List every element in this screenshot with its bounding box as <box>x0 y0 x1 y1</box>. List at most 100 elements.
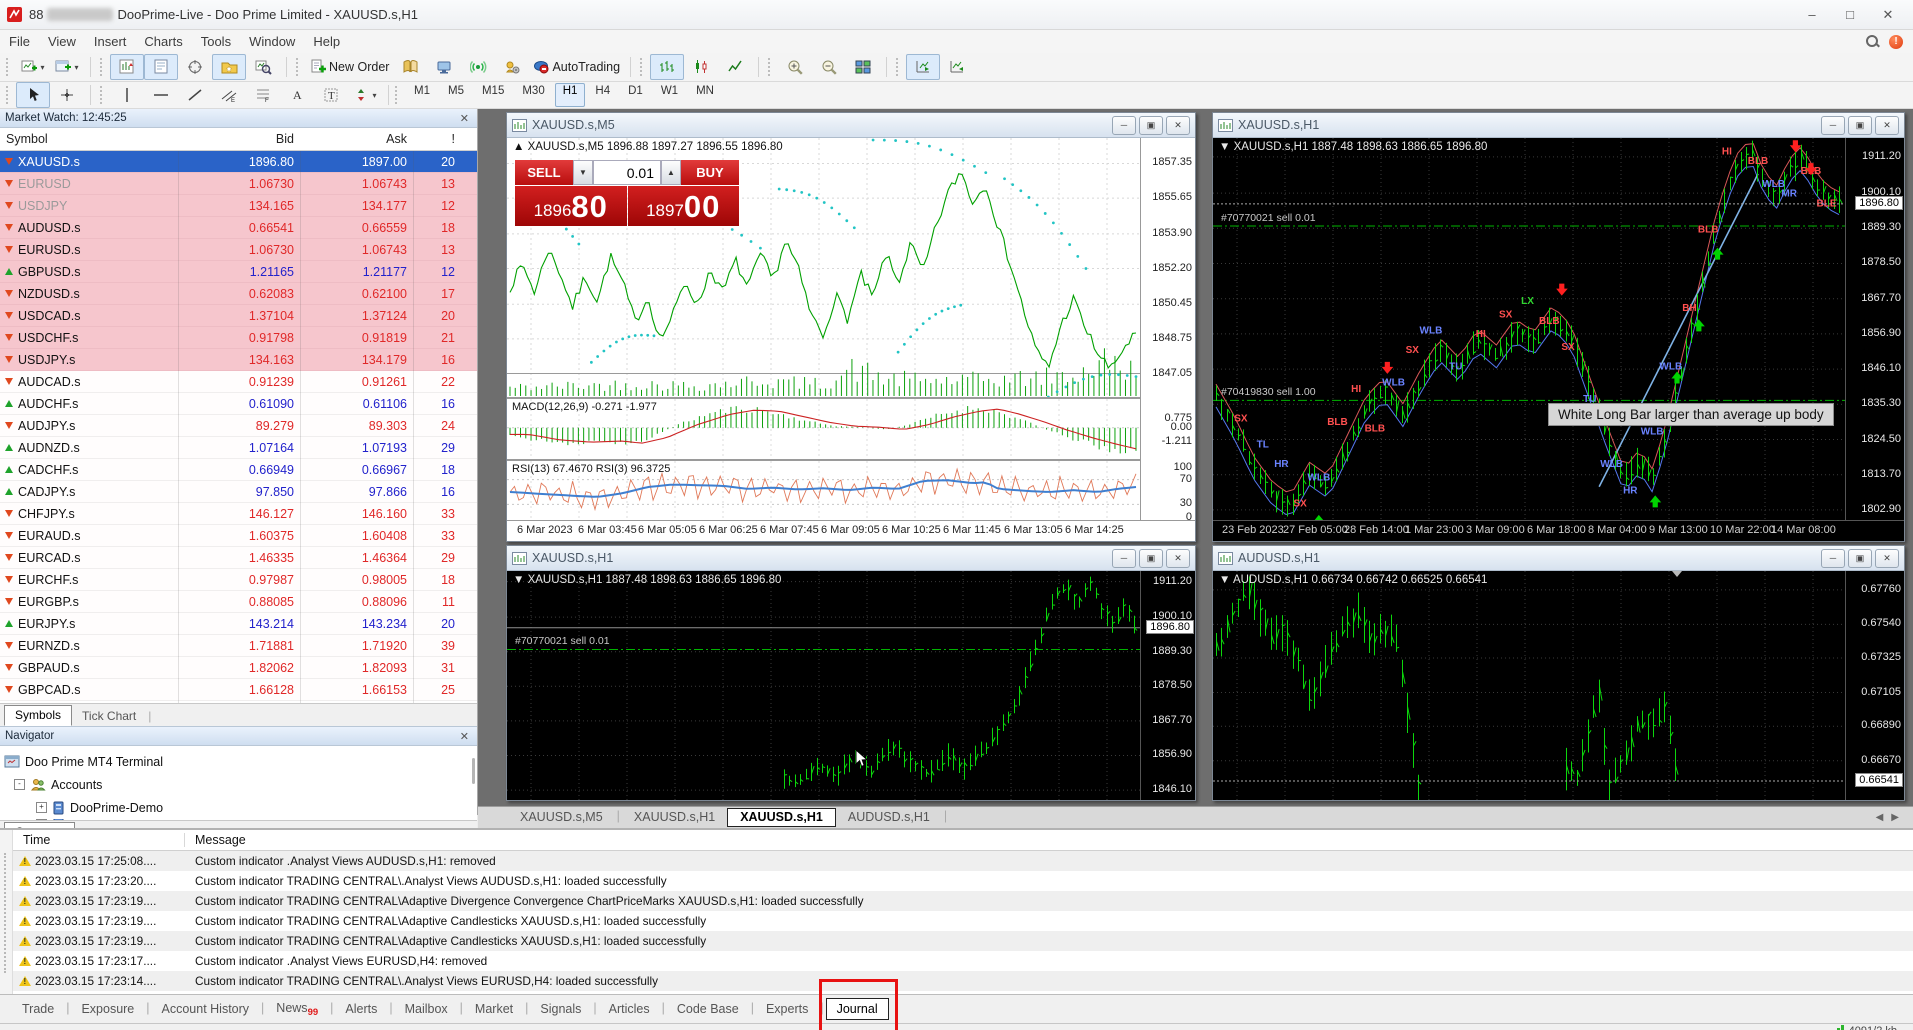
terminal-tab-code-base[interactable]: Code Base <box>667 999 749 1019</box>
chart-window-audusd-h1[interactable]: AUDUSD.s,H1─▣✕▼ AUDUSD.s,H1 0.66734 0.66… <box>1212 545 1905 801</box>
auto-scroll-button[interactable] <box>906 54 940 80</box>
autotrading-button[interactable]: AutoTrading <box>529 54 624 80</box>
market-watch-row-usdchf.s[interactable]: USDCHF.s0.917980.9181921 <box>0 327 477 349</box>
crosshair-button[interactable] <box>50 82 84 108</box>
market-watch-tab-tick-chart[interactable]: Tick Chart <box>72 707 146 726</box>
tile-windows-button[interactable] <box>846 54 880 80</box>
navigator-item-accounts[interactable]: -Accounts <box>4 773 477 796</box>
journal-row[interactable]: 2023.03.15 17:23:17....Custom indicator … <box>13 951 1913 971</box>
market-watch-row-eurgbp.s[interactable]: EURGBP.s0.880850.8809611 <box>0 591 477 613</box>
navigator-button[interactable] <box>178 54 212 80</box>
journal-row[interactable]: 2023.03.15 17:25:08....Custom indicator … <box>13 851 1913 871</box>
terminal-button[interactable] <box>212 54 246 80</box>
terminal-tab-trade[interactable]: Trade <box>12 999 64 1019</box>
price-axis[interactable]: 1911.201900.101889.301878.501867.701856.… <box>1845 138 1904 541</box>
market-watch-row-eurnzd.s[interactable]: EURNZD.s1.718811.7192039 <box>0 635 477 657</box>
chart-title-bar[interactable]: XAUUSD.s,H1─▣✕ <box>507 546 1195 571</box>
price-axis[interactable]: 0.677600.675400.673250.671050.668900.666… <box>1845 571 1904 800</box>
price-axis[interactable]: 1857.351855.651853.901852.201850.451848.… <box>1140 138 1195 541</box>
menu-charts[interactable]: Charts <box>135 32 191 51</box>
close-button[interactable]: ✕ <box>1869 3 1907 27</box>
journal-row[interactable]: 2023.03.15 17:23:19....Custom indicator … <box>13 931 1913 951</box>
zoom-in-button[interactable] <box>778 54 812 80</box>
timeframe-w1[interactable]: W1 <box>653 83 686 107</box>
menu-insert[interactable]: Insert <box>85 32 136 51</box>
market-watch-row-usdjpy.s[interactable]: USDJPY.s134.163134.17916 <box>0 349 477 371</box>
journal-row[interactable]: 2023.03.15 17:23:14....Custom indicator … <box>13 971 1913 991</box>
timeframe-h4[interactable]: H4 <box>587 83 618 107</box>
market-watch-row-gbpcad.s[interactable]: GBPCAD.s1.661281.6615325 <box>0 679 477 701</box>
terminal-tab-alerts[interactable]: Alerts <box>335 999 387 1019</box>
menu-window[interactable]: Window <box>240 32 304 51</box>
dropdown-icon[interactable]: ▾ <box>74 63 78 72</box>
chart-close-button[interactable]: ✕ <box>1166 549 1190 568</box>
chart-tab-2[interactable]: XAUUSD.s,H1 <box>727 808 836 827</box>
time-axis[interactable]: 6 Mar 20236 Mar 03:456 Mar 05:056 Mar 06… <box>507 520 1195 541</box>
navigator-item-terminal[interactable]: Doo Prime MT4 Terminal <box>4 750 477 773</box>
market-watch-button[interactable] <box>110 54 144 80</box>
trade-dropdown-button[interactable]: ▼ <box>573 160 593 185</box>
chart-title-bar[interactable]: XAUUSD.s,M5─▣✕ <box>507 113 1195 138</box>
cursor-button[interactable] <box>16 82 50 108</box>
lot-increase-button[interactable]: ▲ <box>661 160 681 185</box>
chart-restore-button[interactable]: ▣ <box>1139 549 1163 568</box>
equidistant-channel-button[interactable]: E <box>212 82 246 108</box>
signals-service-button[interactable] <box>461 54 495 80</box>
bar-chart-button[interactable] <box>650 54 684 80</box>
chart-window-xauusd-m5[interactable]: XAUUSD.s,M5─▣✕▲ XAUUSD.s,M5 1896.88 1897… <box>506 112 1196 542</box>
market-watch-row-eurchf.s[interactable]: EURCHF.s0.979870.9800518 <box>0 569 477 591</box>
navigator-close-icon[interactable]: ✕ <box>457 730 472 743</box>
new-order-button[interactable]: New Order <box>306 54 393 80</box>
buy-button[interactable]: BUY <box>681 160 739 185</box>
text-label-button[interactable]: T <box>314 82 348 108</box>
lot-size-input[interactable]: 0.01 <box>593 160 661 185</box>
chart-minimize-button[interactable]: ─ <box>1112 116 1136 135</box>
terminal-tab-account-history[interactable]: Account History <box>152 999 260 1019</box>
market-watch-row-eurcad.s[interactable]: EURCAD.s1.463351.4636429 <box>0 547 477 569</box>
metaeditor-button[interactable] <box>393 54 427 80</box>
chart-tab-0[interactable]: XAUUSD.s,M5 <box>508 809 615 826</box>
timeframe-m1[interactable]: M1 <box>406 83 438 107</box>
time-axis[interactable]: 23 Feb 202327 Feb 05:0028 Feb 14:001 Mar… <box>1213 520 1904 541</box>
terminal-grip[interactable] <box>0 830 13 996</box>
data-window-button[interactable] <box>144 54 178 80</box>
tree-expander-icon[interactable]: - <box>14 779 25 790</box>
trendline-button[interactable] <box>178 82 212 108</box>
minimize-button[interactable]: – <box>1793 3 1831 27</box>
navigator-item-dooprime-demo[interactable]: +DooPrime-Demo <box>4 796 477 819</box>
chart-shift-button[interactable] <box>940 54 974 80</box>
market-watch-row-audusd.s[interactable]: AUDUSD.s0.665410.6655918 <box>0 217 477 239</box>
journal-row[interactable]: 2023.03.15 17:23:19....Custom indicator … <box>13 891 1913 911</box>
chart-restore-button[interactable]: ▣ <box>1848 116 1872 135</box>
chart-window-xauusd-h1[interactable]: XAUUSD.s,H1─▣✕#70770021 sell 0.01▼ XAUUS… <box>506 545 1196 801</box>
chart-restore-button[interactable]: ▣ <box>1848 549 1872 568</box>
update-alert-icon[interactable]: ! <box>1889 35 1903 49</box>
chart-title-bar[interactable]: XAUUSD.s,H1─▣✕ <box>1213 113 1904 138</box>
search-icon[interactable] <box>1866 35 1879 48</box>
menu-file[interactable]: File <box>0 32 39 51</box>
timeframe-m15[interactable]: M15 <box>474 83 512 107</box>
zoom-out-button[interactable] <box>812 54 846 80</box>
terminal-tab-articles[interactable]: Articles <box>599 999 660 1019</box>
terminal-tab-exposure[interactable]: Exposure <box>71 999 144 1019</box>
menu-view[interactable]: View <box>39 32 85 51</box>
market-watch-row-audjpy.s[interactable]: AUDJPY.s89.27989.30324 <box>0 415 477 437</box>
options-button[interactable] <box>495 54 529 80</box>
sell-price[interactable]: 189680 <box>515 186 627 226</box>
timeframe-d1[interactable]: D1 <box>620 83 651 107</box>
chart-window-button[interactable] <box>427 54 461 80</box>
market-watch-row-cadjpy.s[interactable]: CADJPY.s97.85097.86616 <box>0 481 477 503</box>
market-watch-tab-symbols[interactable]: Symbols <box>4 705 72 726</box>
buy-price[interactable]: 189700 <box>628 186 740 226</box>
market-watch-row-gbpusd.s[interactable]: GBPUSD.s1.211651.2117712 <box>0 261 477 283</box>
strategy-tester-button[interactable] <box>246 54 280 80</box>
menu-help[interactable]: Help <box>304 32 349 51</box>
new-chart-button[interactable]: ▾ <box>16 54 50 80</box>
terminal-tab-experts[interactable]: Experts <box>756 999 818 1019</box>
chart-minimize-button[interactable]: ─ <box>1112 549 1136 568</box>
chart-minimize-button[interactable]: ─ <box>1821 116 1845 135</box>
timeframe-m30[interactable]: M30 <box>514 83 552 107</box>
line-chart-button[interactable] <box>718 54 752 80</box>
market-watch-row-audcad.s[interactable]: AUDCAD.s0.912390.9126122 <box>0 371 477 393</box>
market-watch-row-eurusd.s[interactable]: EURUSD.s1.067301.0674313 <box>0 239 477 261</box>
